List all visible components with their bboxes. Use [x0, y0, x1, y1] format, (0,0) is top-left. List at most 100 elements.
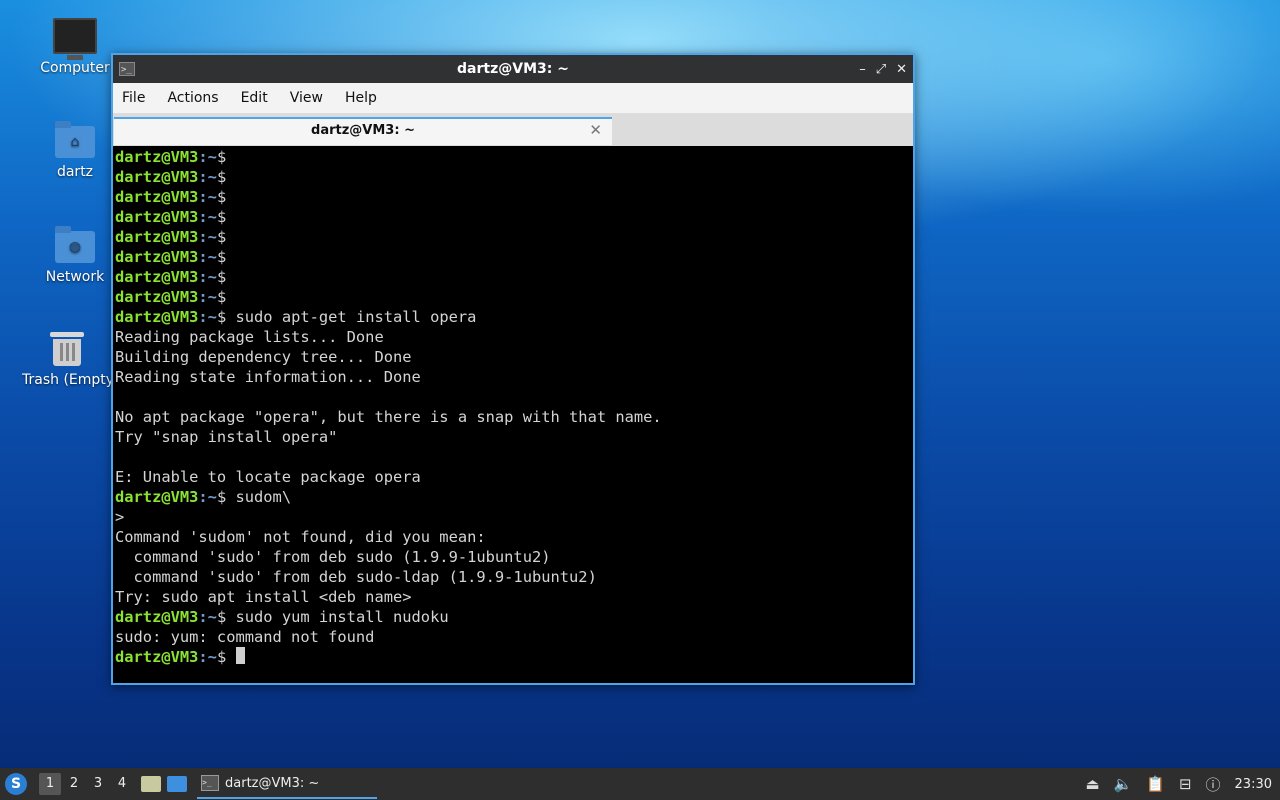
prompt-user: dartz@VM3 [115, 168, 199, 186]
prompt-command: $ [216, 288, 227, 306]
title-bar[interactable]: >_ dartz@VM3: ~ – ⤢ ✕ [113, 55, 913, 83]
prompt-user: dartz@VM3 [115, 188, 199, 206]
prompt-command: $ [216, 188, 227, 206]
menu-file[interactable]: File [122, 90, 145, 106]
terminal-line: Try: sudo apt install <deb name> [115, 588, 412, 606]
menu-actions[interactable]: Actions [167, 90, 218, 106]
eject-icon[interactable]: ⏏ [1085, 775, 1099, 793]
prompt-user: dartz@VM3 [115, 208, 199, 226]
prompt-path: :~ [198, 148, 217, 166]
prompt-path: :~ [198, 648, 217, 666]
prompt-command: $ [216, 208, 227, 226]
terminal-line: dartz@VM3:~$ [115, 207, 911, 227]
window-title: dartz@VM3: ~ [457, 61, 569, 77]
menu-help[interactable]: Help [345, 90, 377, 106]
maximize-button[interactable]: ⤢ [876, 62, 886, 77]
prompt-user: dartz@VM3 [115, 308, 199, 326]
network-icon[interactable]: ⊟ [1179, 775, 1192, 793]
prompt-path: :~ [198, 188, 217, 206]
desktop-icon-label: Network [45, 269, 105, 285]
terminal-line: dartz@VM3:~$ sudom\ [115, 487, 911, 507]
prompt-command: $ [216, 268, 227, 286]
notification-icon[interactable]: ⓘ [1206, 774, 1221, 795]
terminal-line: Reading package lists... Done [115, 328, 384, 346]
prompt-user: dartz@VM3 [115, 228, 199, 246]
clipboard-icon[interactable]: 📋 [1146, 775, 1165, 793]
tab-label: dartz@VM3: ~ [311, 123, 415, 138]
terminal-line: Reading state information... Done [115, 368, 421, 386]
terminal-output[interactable]: dartz@VM3:~$ dartz@VM3:~$ dartz@VM3:~$ dart… [113, 146, 913, 683]
prompt-path: :~ [198, 168, 217, 186]
menu-view[interactable]: View [290, 90, 323, 106]
prompt-command: $ [216, 148, 227, 166]
terminal-line: Building dependency tree... Done [115, 348, 412, 366]
terminal-line: dartz@VM3:~$ [115, 647, 911, 667]
prompt-command: $ [216, 228, 227, 246]
terminal-line: Command 'sudom' not found, did you mean: [115, 528, 486, 546]
prompt-path: :~ [198, 228, 217, 246]
prompt-command: $ sudo apt-get install opera [216, 308, 477, 326]
workspace-2[interactable]: 2 [63, 773, 85, 795]
taskbar: S 1 2 3 4 >_ dartz@VM3: ~ ⏏ 🔈 📋 ⊟ ⓘ 23:3… [0, 768, 1280, 800]
prompt-path: :~ [198, 488, 217, 506]
tab-close-icon[interactable]: ✕ [589, 121, 602, 139]
menu-edit[interactable]: Edit [241, 90, 268, 106]
taskbar-task-terminal[interactable]: >_ dartz@VM3: ~ [197, 769, 377, 799]
terminal-window: >_ dartz@VM3: ~ – ⤢ ✕ File Actions Edit … [111, 53, 915, 685]
workspace-3[interactable]: 3 [87, 773, 109, 795]
text-cursor [235, 647, 245, 664]
prompt-path: :~ [198, 608, 217, 626]
file-manager-icon[interactable] [141, 776, 161, 792]
minimize-button[interactable]: – [859, 62, 866, 77]
terminal-line: dartz@VM3:~$ [115, 267, 911, 287]
terminal-line: command 'sudo' from deb sudo (1.9.9-1ubu… [115, 548, 551, 566]
desktop-icon-label: Computer [40, 60, 110, 76]
tab-bar: dartz@VM3: ~ ✕ [113, 114, 913, 147]
start-menu-icon[interactable]: S [5, 773, 27, 795]
prompt-user: dartz@VM3 [115, 248, 199, 266]
terminal-line: No apt package "opera", but there is a s… [115, 408, 662, 426]
prompt-command: $ [216, 168, 227, 186]
terminal-line: dartz@VM3:~$ [115, 187, 911, 207]
prompt-path: :~ [198, 248, 217, 266]
desktop-icon-home[interactable]: ⌂ dartz [25, 121, 125, 180]
terminal-line: command 'sudo' from deb sudo-ldap (1.9.9… [115, 568, 597, 586]
trash-icon [50, 332, 84, 366]
prompt-path: :~ [198, 268, 217, 286]
clock[interactable]: 23:30 [1235, 777, 1272, 792]
desktop-icon-trash[interactable]: Trash (Empty) [22, 332, 112, 388]
prompt-user: dartz@VM3 [115, 488, 199, 506]
close-button[interactable]: ✕ [896, 62, 907, 77]
prompt-user: dartz@VM3 [115, 288, 199, 306]
terminal-line: dartz@VM3:~$ [115, 247, 911, 267]
prompt-user: dartz@VM3 [115, 648, 199, 666]
system-tray: ⏏ 🔈 📋 ⊟ ⓘ 23:30 [1085, 768, 1280, 800]
prompt-command: $ [216, 648, 236, 666]
prompt-command: $ sudo yum install nudoku [216, 608, 449, 626]
terminal-line: dartz@VM3:~$ [115, 147, 911, 167]
terminal-line: dartz@VM3:~$ sudo yum install nudoku [115, 607, 911, 627]
home-folder-icon: ⌂ [55, 121, 95, 158]
network-folder-icon: ◍ [55, 226, 95, 263]
show-desktop-icon[interactable] [167, 776, 187, 792]
volume-icon[interactable]: 🔈 [1114, 775, 1133, 793]
terminal-line: dartz@VM3:~$ [115, 287, 911, 307]
workspace-4[interactable]: 4 [111, 773, 133, 795]
tab-terminal[interactable]: dartz@VM3: ~ ✕ [114, 117, 612, 145]
terminal-line: E: Unable to locate package opera [115, 468, 421, 486]
terminal-line: dartz@VM3:~$ [115, 167, 911, 187]
desktop-icon-network[interactable]: ◍ Network [25, 226, 125, 285]
terminal-line: > [115, 508, 125, 526]
desktop-icon-computer[interactable]: Computer [25, 18, 125, 76]
terminal-line: Try "snap install opera" [115, 428, 338, 446]
menu-bar: File Actions Edit View Help [113, 83, 913, 114]
prompt-path: :~ [198, 208, 217, 226]
task-label: dartz@VM3: ~ [225, 775, 320, 791]
terminal-line: dartz@VM3:~$ sudo apt-get install opera [115, 307, 911, 327]
workspace-1[interactable]: 1 [39, 773, 61, 795]
prompt-user: dartz@VM3 [115, 608, 199, 626]
prompt-command: $ sudom\ [216, 488, 292, 506]
desktop-icon-label: dartz [56, 164, 94, 180]
